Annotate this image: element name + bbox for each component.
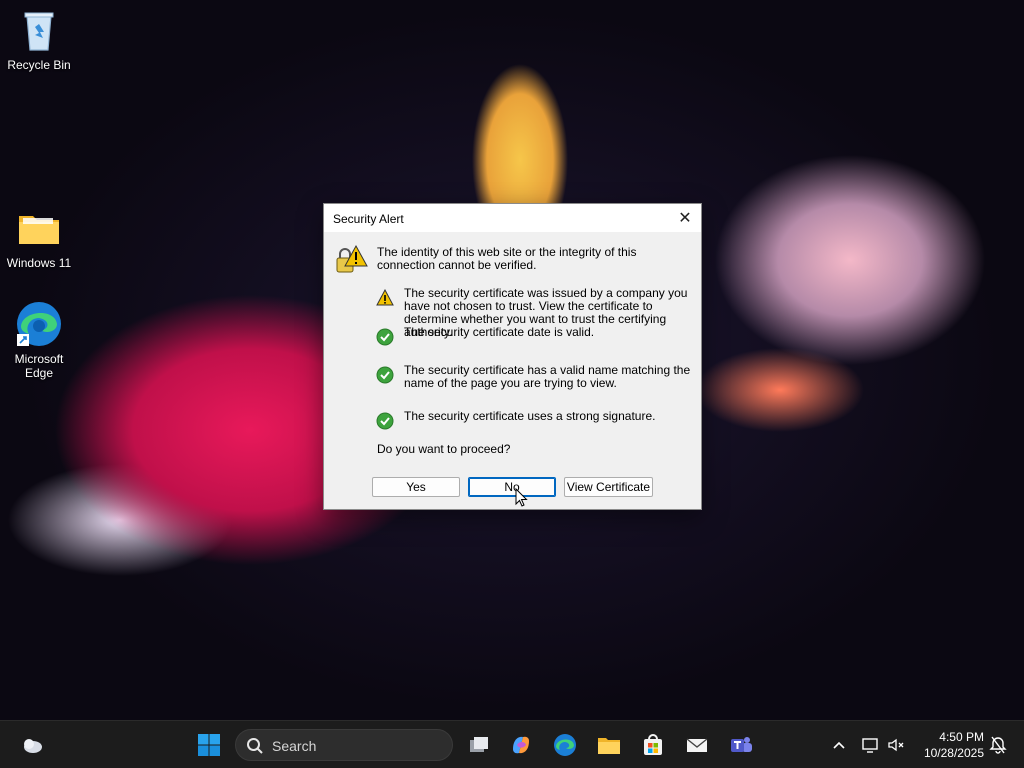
checkmark-icon	[376, 328, 394, 346]
clock-time: 4:50 PM	[939, 730, 984, 744]
clock-date: 10/28/2025	[923, 746, 984, 760]
desktop-icon-recycle-bin[interactable]: Recycle Bin	[1, 6, 77, 72]
desktop-icon-windows-11-folder[interactable]: Windows 11	[1, 204, 77, 270]
chevron-up-icon[interactable]	[826, 732, 852, 758]
edge-taskbar-icon[interactable]	[552, 732, 578, 758]
no-button[interactable]: No	[468, 477, 556, 497]
yes-button[interactable]: Yes	[372, 477, 460, 497]
proceed-question: Do you want to proceed?	[377, 442, 511, 456]
checkmark-icon	[376, 366, 394, 384]
dialog-titlebar[interactable]: Security Alert ✕	[324, 204, 701, 232]
network-icon[interactable]	[857, 732, 883, 758]
security-alert-dialog: Security Alert ✕ The identity of this we…	[323, 203, 702, 510]
weather-icon[interactable]	[19, 732, 45, 758]
desktop: Recycle Bin Windows 11 Microsoft Edge Se	[0, 0, 1024, 720]
notification-bell-icon[interactable]	[985, 732, 1011, 758]
teams-icon[interactable]	[728, 732, 754, 758]
dialog-message: The identity of this web site or the int…	[377, 245, 637, 272]
edge-icon	[15, 300, 63, 348]
microsoft-store-icon[interactable]	[640, 732, 666, 758]
mail-icon[interactable]	[684, 732, 710, 758]
windows-logo-icon	[198, 734, 220, 756]
desktop-icon-microsoft-edge[interactable]: Microsoft Edge	[1, 300, 77, 380]
warning-icon	[376, 288, 394, 307]
certificate-check-text: The security certificate date is valid.	[404, 325, 595, 339]
close-button[interactable]: ✕	[669, 204, 701, 232]
file-explorer-icon[interactable]	[596, 732, 622, 758]
taskbar-clock[interactable]: 4:50 PM 10/28/2025	[912, 729, 984, 761]
desktop-icon-label: Microsoft Edge	[14, 352, 64, 380]
view-certificate-button[interactable]: View Certificate	[564, 477, 653, 497]
lock-warning-icon	[334, 244, 368, 278]
folder-icon	[15, 204, 63, 252]
dialog-title: Security Alert	[333, 212, 404, 226]
checkmark-icon	[376, 412, 394, 430]
desktop-icon-label: Windows 11	[6, 256, 72, 270]
mouse-cursor-icon	[515, 487, 529, 508]
start-button[interactable]	[196, 732, 222, 758]
copilot-icon[interactable]	[508, 732, 534, 758]
close-icon: ✕	[678, 210, 692, 227]
desktop-icon-label: Recycle Bin	[7, 58, 71, 72]
volume-muted-icon[interactable]	[883, 732, 909, 758]
task-view-icon[interactable]	[466, 732, 492, 758]
recycle-bin-icon	[15, 6, 63, 54]
search-icon	[246, 737, 264, 760]
taskbar-search-box[interactable]: Search	[235, 729, 453, 761]
certificate-check-text: The security certificate has a valid nam…	[404, 363, 691, 390]
certificate-check-text: The security certificate uses a strong s…	[404, 409, 656, 423]
taskbar: Search 4:50 PM 10/28/2025	[0, 720, 1024, 768]
search-label: Search	[272, 738, 317, 754]
